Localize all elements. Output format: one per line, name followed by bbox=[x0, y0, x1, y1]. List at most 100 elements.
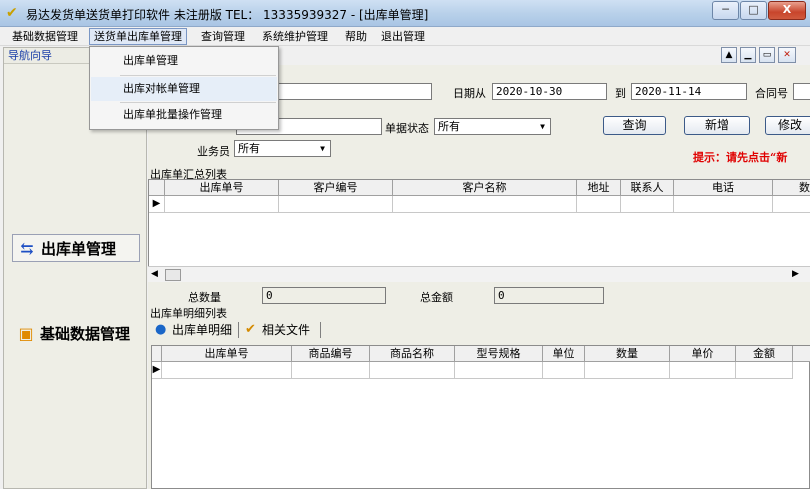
tab-label: 出库单明细 bbox=[172, 323, 233, 337]
table-cell[interactable] bbox=[621, 196, 674, 213]
total-amount-field bbox=[494, 287, 604, 304]
staff-label: 业务员 bbox=[197, 145, 230, 158]
row-indicator-header bbox=[149, 180, 165, 196]
table-cell[interactable] bbox=[165, 196, 279, 213]
table-cell[interactable] bbox=[393, 196, 577, 213]
total-amount-label: 总金额 bbox=[420, 291, 453, 304]
table-cell[interactable] bbox=[773, 196, 810, 213]
tab-separator bbox=[320, 322, 321, 338]
date-from-label: 日期从 bbox=[453, 87, 486, 100]
horizontal-scrollbar[interactable]: ◀ ▶ bbox=[148, 266, 810, 282]
column-header[interactable]: 商品名称 bbox=[370, 346, 455, 362]
mdi-close-button[interactable]: ✕ bbox=[778, 47, 796, 63]
staff-select[interactable]: 所有 ▼ bbox=[234, 140, 331, 157]
status-label: 单据状态 bbox=[385, 122, 429, 135]
sidebar-button-label: 出库单管理 bbox=[41, 240, 117, 258]
menu-help[interactable]: 帮助 bbox=[341, 28, 371, 45]
status-select[interactable]: 所有 ▼ bbox=[434, 118, 551, 135]
checkmark-icon: ✔ bbox=[245, 322, 256, 337]
column-header[interactable]: 客户编号 bbox=[279, 180, 393, 196]
menu-exit[interactable]: 退出管理 bbox=[377, 28, 429, 45]
menu-outbound-order-management[interactable]: 出库单管理 bbox=[91, 49, 277, 73]
contract-label: 合同号 bbox=[755, 87, 788, 100]
menu-outbound-batch-operation[interactable]: 出库单批量操作管理 bbox=[91, 103, 277, 127]
menu-bar: 基础数据管理 送货单出库单管理 查询管理 系统维护管理 帮助 退出管理 bbox=[0, 27, 810, 46]
menu-basic-data[interactable]: 基础数据管理 bbox=[8, 28, 82, 45]
detail-tabs: ● 出库单明细 ✔ 相关文件 bbox=[148, 320, 810, 340]
table-cell[interactable] bbox=[162, 362, 292, 379]
status-value: 所有 bbox=[438, 120, 460, 133]
sidebar-basic-data-button[interactable]: ▣ 基础数据管理 bbox=[12, 320, 140, 348]
scroll-left-icon[interactable]: ◀ bbox=[151, 269, 158, 279]
delivery-dropdown-menu: 出库单管理 出库对帐单管理 出库单批量操作管理 bbox=[89, 46, 279, 130]
column-header[interactable]: 客户名称 bbox=[393, 180, 577, 196]
column-header[interactable]: 型号规格 bbox=[455, 346, 543, 362]
hint-text: 提示：请先点击“新 bbox=[693, 151, 788, 164]
menu-system-maintenance[interactable]: 系统维护管理 bbox=[258, 28, 332, 45]
menu-delivery-orders[interactable]: 送货单出库单管理 bbox=[89, 28, 187, 45]
chevron-down-icon: ▼ bbox=[316, 142, 329, 155]
column-header[interactable]: 数 bbox=[773, 180, 810, 196]
table-cell[interactable] bbox=[370, 362, 455, 379]
tab-label: 相关文件 bbox=[262, 323, 311, 337]
row-pointer-icon: ▶ bbox=[152, 362, 162, 379]
column-header-filler bbox=[793, 346, 810, 362]
window-title: 易达发货单送货单打印软件 未注册版 TEL： 13335939327 - [出库… bbox=[26, 8, 429, 22]
table-cell[interactable] bbox=[585, 362, 670, 379]
sidebar-outbound-order-button[interactable]: ⇆ 出库单管理 bbox=[12, 234, 140, 262]
tab-outbound-detail[interactable]: ● 出库单明细 bbox=[152, 320, 232, 340]
mdi-scroll-up-icon[interactable]: ▲ bbox=[721, 47, 737, 63]
tab-related-files[interactable]: ✔ 相关文件 bbox=[242, 320, 310, 340]
scroll-right-icon[interactable]: ▶ bbox=[792, 269, 799, 279]
table-cell[interactable] bbox=[279, 196, 393, 213]
document-icon: ⇆ bbox=[20, 239, 34, 258]
scroll-thumb[interactable] bbox=[165, 269, 181, 281]
table-cell[interactable] bbox=[670, 362, 736, 379]
row-indicator-header bbox=[152, 346, 162, 362]
contract-input[interactable] bbox=[793, 83, 810, 100]
menu-query[interactable]: 查询管理 bbox=[197, 28, 249, 45]
sidebar-button-label: 基础数据管理 bbox=[40, 325, 131, 343]
table-cell[interactable] bbox=[577, 196, 621, 213]
detail-section-label: 出库单明细列表 bbox=[150, 307, 227, 320]
edit-button[interactable]: 修改 bbox=[765, 116, 810, 135]
column-header[interactable]: 数量 bbox=[585, 346, 670, 362]
column-header[interactable]: 单位 bbox=[543, 346, 585, 362]
table-cell[interactable] bbox=[543, 362, 585, 379]
column-header[interactable]: 联系人 bbox=[621, 180, 674, 196]
total-quantity-label: 总数量 bbox=[188, 291, 221, 304]
add-button[interactable]: 新增 bbox=[684, 116, 750, 135]
column-header[interactable]: 商品编号 bbox=[292, 346, 370, 362]
maximize-button[interactable]: □ bbox=[740, 1, 767, 20]
table-cell[interactable] bbox=[736, 362, 793, 379]
date-to-label: 到 bbox=[615, 87, 626, 100]
title-bar: ✔ 易达发货单送货单打印软件 未注册版 TEL： 13335939327 - [… bbox=[0, 0, 810, 27]
row-pointer-icon: ▶ bbox=[149, 196, 165, 213]
mdi-minimize-button[interactable]: ▁ bbox=[740, 47, 756, 63]
column-header[interactable]: 地址 bbox=[577, 180, 621, 196]
column-header[interactable]: 单价 bbox=[670, 346, 736, 362]
staff-value: 所有 bbox=[238, 142, 260, 155]
app-logo-icon: ✔ bbox=[6, 5, 18, 21]
detail-table[interactable]: 出库单号 商品编号 商品名称 型号规格 单位 数量 单价 金额 ▶ bbox=[151, 345, 810, 489]
table-cell[interactable] bbox=[455, 362, 543, 379]
query-button[interactable]: 查询 bbox=[603, 116, 666, 135]
date-from-input[interactable] bbox=[492, 83, 607, 100]
total-quantity-field bbox=[262, 287, 386, 304]
menu-separator bbox=[120, 75, 276, 76]
globe-icon: ● bbox=[155, 322, 167, 337]
table-cell[interactable] bbox=[674, 196, 773, 213]
mdi-restore-button[interactable]: ▭ bbox=[759, 47, 775, 63]
menu-outbound-reconciliation[interactable]: 出库对帐单管理 bbox=[91, 77, 277, 101]
column-header[interactable]: 电话 bbox=[674, 180, 773, 196]
gift-icon: ▣ bbox=[18, 324, 34, 343]
chevron-down-icon: ▼ bbox=[536, 120, 549, 133]
table-cell[interactable] bbox=[292, 362, 370, 379]
close-button[interactable]: X bbox=[768, 1, 806, 20]
column-header[interactable]: 出库单号 bbox=[165, 180, 279, 196]
date-to-input[interactable] bbox=[631, 83, 747, 100]
summary-table[interactable]: 出库单号 客户编号 客户名称 地址 联系人 电话 数 ▶ bbox=[148, 179, 810, 267]
minimize-button[interactable]: ─ bbox=[712, 1, 739, 20]
column-header[interactable]: 金额 bbox=[736, 346, 793, 362]
column-header[interactable]: 出库单号 bbox=[162, 346, 292, 362]
